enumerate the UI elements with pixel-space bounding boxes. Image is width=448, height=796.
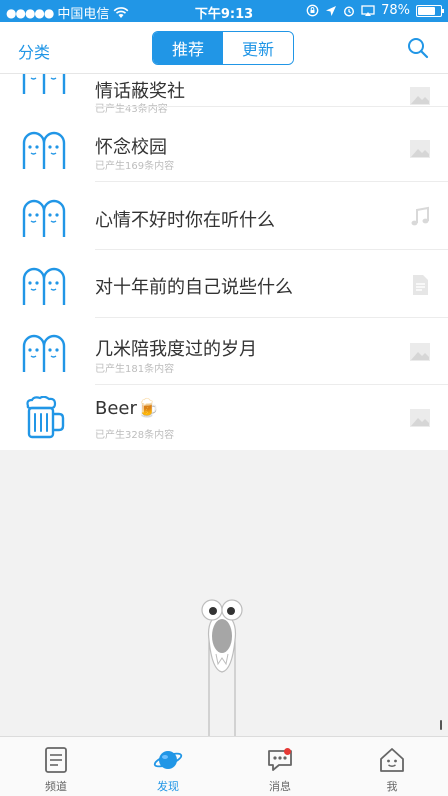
empty-area xyxy=(0,450,448,736)
category-button[interactable]: 分类 xyxy=(18,39,50,63)
row-divider xyxy=(95,106,448,107)
tab-discover[interactable]: 发现 xyxy=(112,737,224,796)
tab-me[interactable]: 我 xyxy=(336,737,448,796)
rotation-lock-icon xyxy=(306,4,319,17)
status-right: 78% xyxy=(306,3,444,18)
battery-icon xyxy=(416,4,444,17)
music-icon xyxy=(411,206,429,226)
mascot-illustration xyxy=(201,599,243,736)
screen-mirroring-icon xyxy=(361,4,375,16)
topic-list: 情话蔽奖社 已产生43条内容 怀念校园 已产生169条内容 心情不好时你在听什么… xyxy=(0,74,448,450)
row-divider xyxy=(95,317,448,318)
alarm-icon xyxy=(344,5,355,17)
status-bar: ●●●●● 中国电信 下午9:13 78% xyxy=(0,0,448,22)
tab-updates[interactable]: 更新 xyxy=(223,32,293,64)
tab-channel[interactable]: 频道 xyxy=(0,737,112,796)
list-item[interactable]: 对十年前的自己说些什么 xyxy=(0,252,448,318)
ghost-avatar-icon xyxy=(22,334,66,372)
battery-fill xyxy=(418,6,435,15)
list-item-title: 心情不好时你在听什么 xyxy=(95,210,275,231)
list-item-subtitle: 已产生328条内容 xyxy=(95,430,175,441)
tab-bar: 频道 发现 消息 我 xyxy=(0,736,448,796)
search-icon[interactable] xyxy=(406,36,430,60)
me-home-icon xyxy=(380,748,404,772)
list-item[interactable]: Beer🍺 已产生328条内容 xyxy=(0,385,448,450)
ghost-avatar-icon xyxy=(22,199,66,237)
battery-percent: 78% xyxy=(381,3,410,18)
image-icon xyxy=(410,409,430,427)
location-arrow-icon xyxy=(326,5,337,16)
tab-messages[interactable]: 消息 xyxy=(224,737,336,796)
image-icon xyxy=(410,140,430,158)
tab-recommended[interactable]: 推荐 xyxy=(153,32,223,64)
channel-icon xyxy=(45,747,67,773)
tab-label: 我 xyxy=(386,780,398,793)
list-item-title: 对十年前的自己说些什么 xyxy=(95,277,293,298)
ghost-avatar-icon xyxy=(22,74,66,94)
list-item-title: Beer🍺 xyxy=(95,398,160,419)
scroll-indicator[interactable] xyxy=(440,720,442,730)
list-item-subtitle: 已产生169条内容 xyxy=(95,161,175,172)
notification-badge xyxy=(284,748,291,755)
list-item-title: 怀念校园 xyxy=(95,137,167,158)
list-item[interactable]: 心情不好时你在听什么 xyxy=(0,184,448,250)
row-divider xyxy=(95,249,448,250)
segmented-control: 推荐 更新 xyxy=(152,31,294,65)
list-item-title: 几米陪我度过的岁月 xyxy=(95,339,257,360)
beer-mug-icon xyxy=(26,396,65,439)
tab-label: 发现 xyxy=(157,780,179,793)
list-item[interactable]: 几米陪我度过的岁月 已产生181条内容 xyxy=(0,319,448,385)
list-item[interactable]: 怀念校园 已产生169条内容 xyxy=(0,116,448,182)
list-item-subtitle: 已产生181条内容 xyxy=(95,364,175,375)
ghost-avatar-icon xyxy=(22,131,66,169)
list-item[interactable]: 情话蔽奖社 已产生43条内容 xyxy=(0,74,448,115)
tab-label: 频道 xyxy=(45,780,67,793)
tab-label: 消息 xyxy=(269,780,291,793)
row-divider xyxy=(95,181,448,182)
image-icon xyxy=(410,87,430,105)
list-item-subtitle: 已产生43条内容 xyxy=(95,104,168,115)
discover-planet-icon xyxy=(153,751,183,769)
image-icon xyxy=(410,343,430,361)
ghost-avatar-icon xyxy=(22,267,66,305)
document-icon xyxy=(413,275,428,295)
nav-bar: 分类 推荐 更新 xyxy=(0,22,448,74)
